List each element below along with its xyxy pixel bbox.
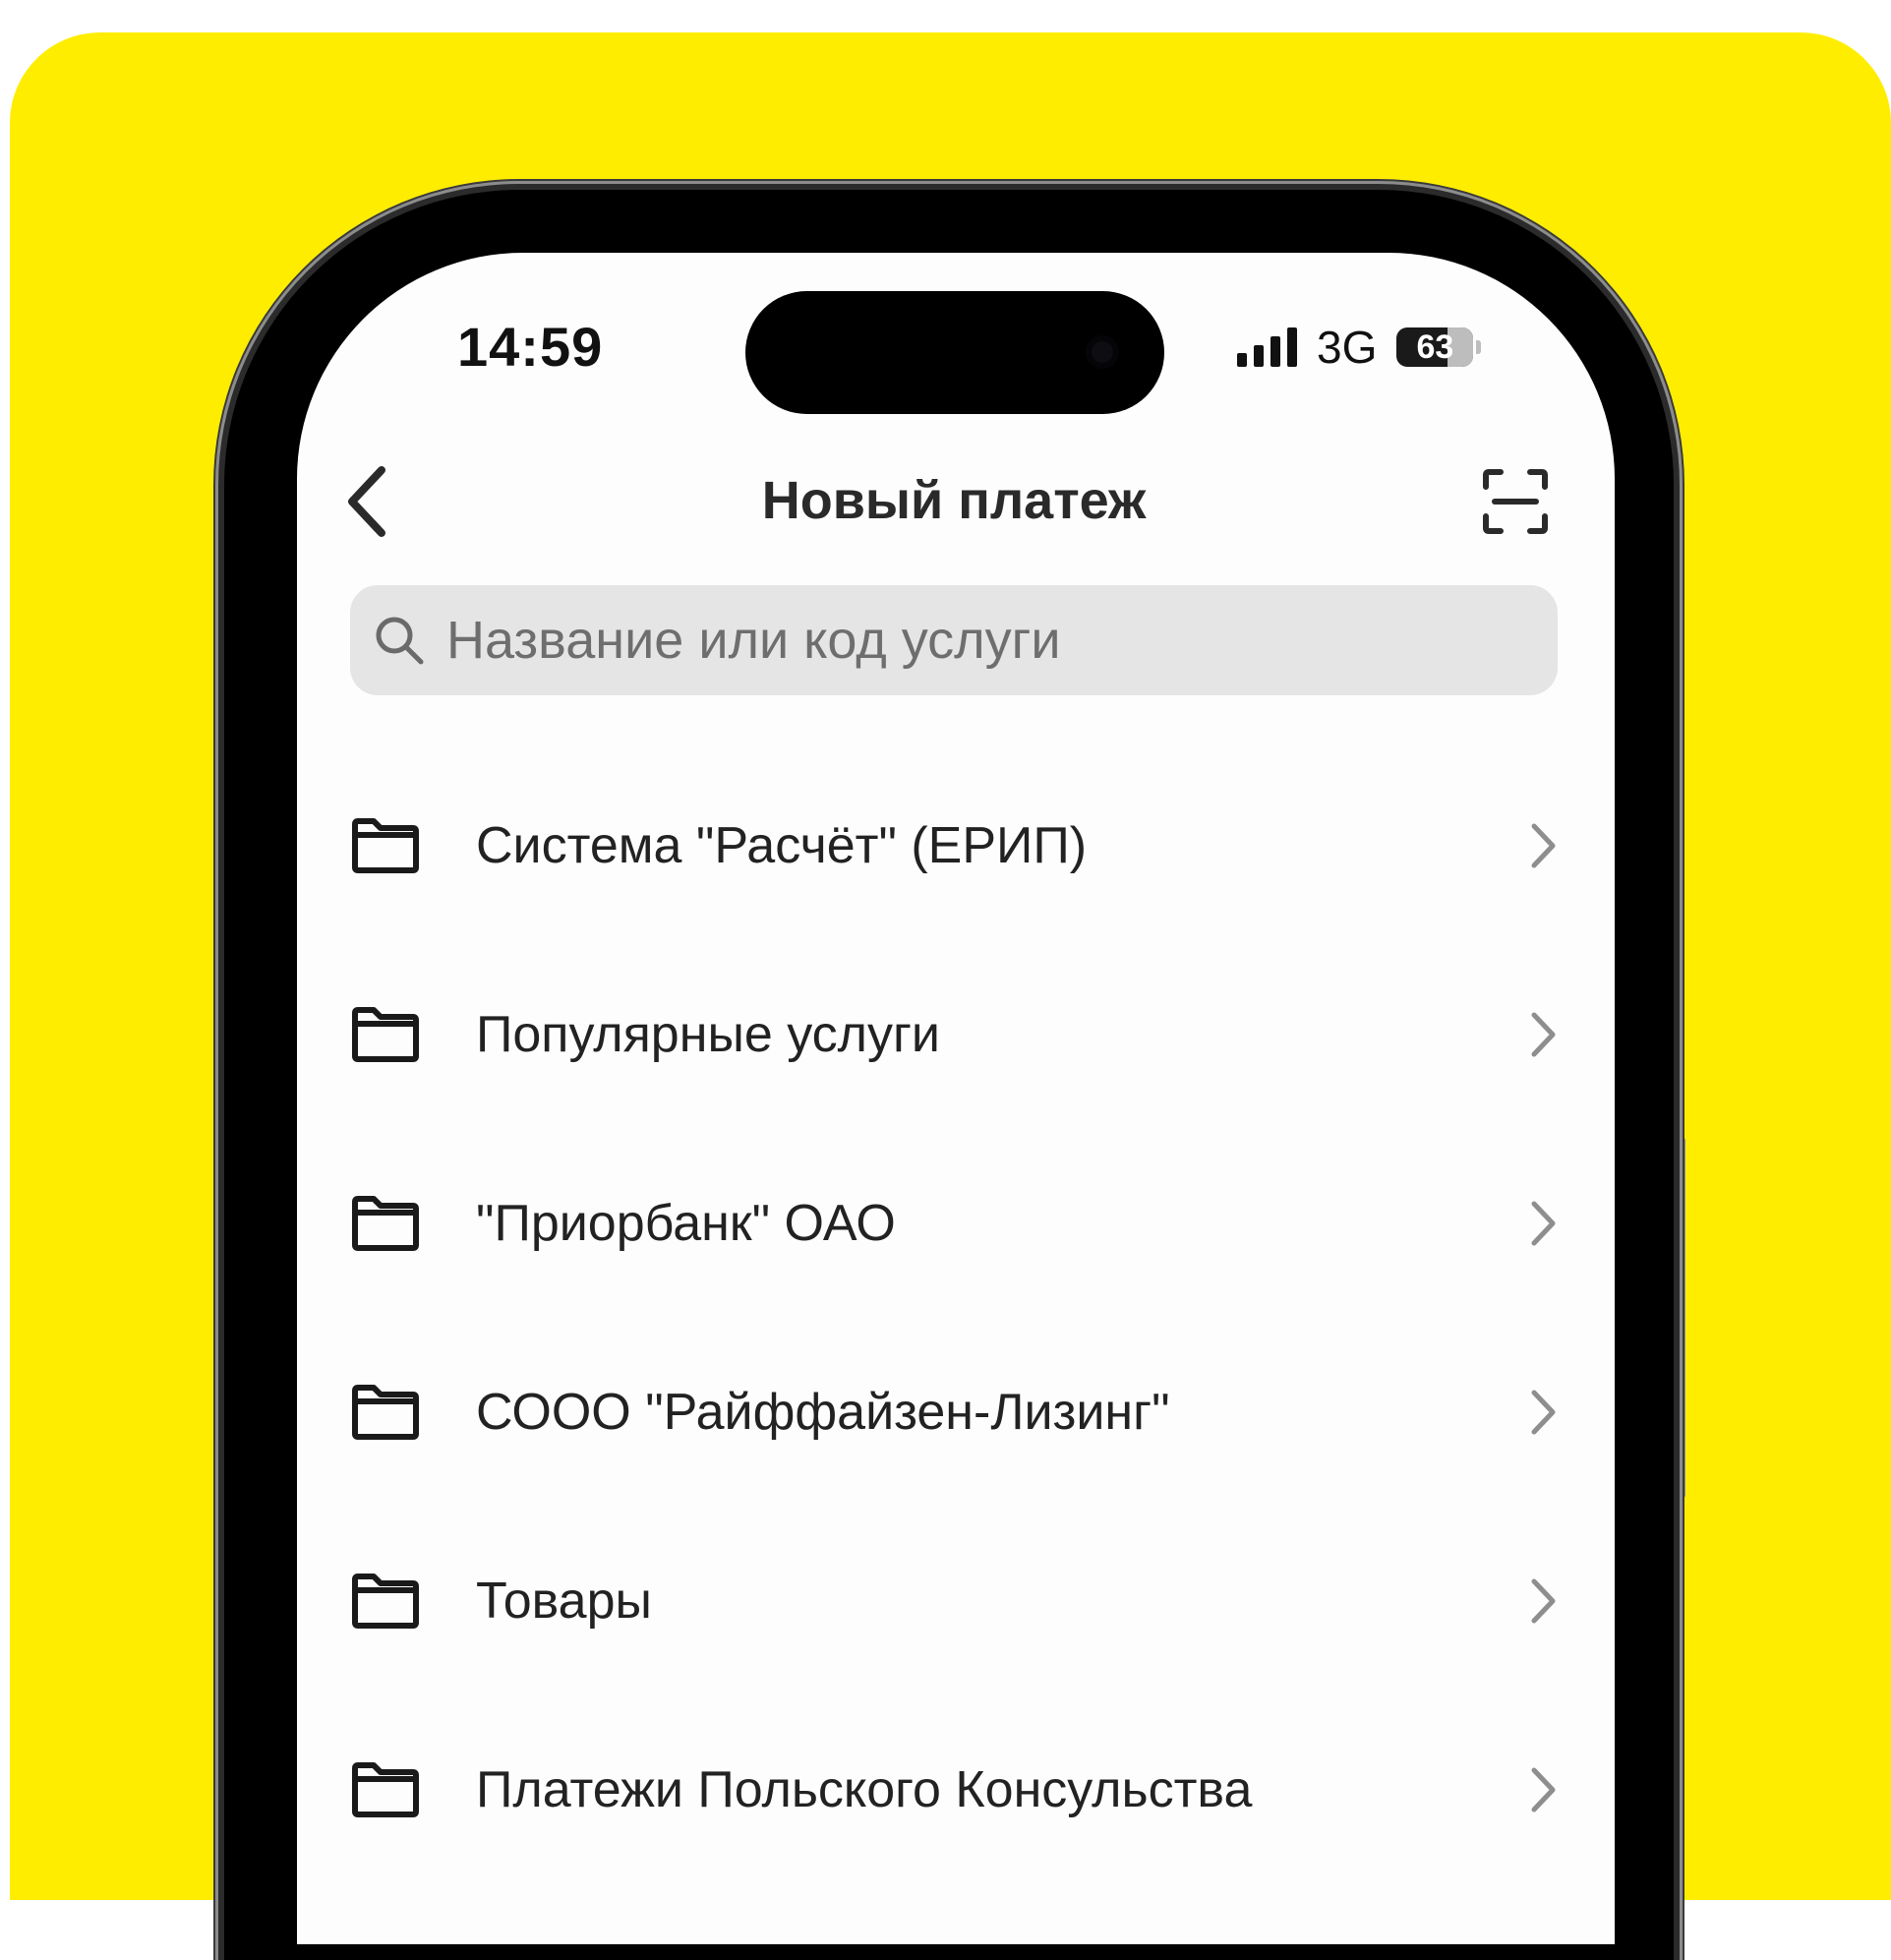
power-button (1672, 1137, 1685, 1499)
search-input[interactable] (444, 609, 1510, 672)
chevron-right-icon (1531, 1578, 1556, 1624)
camera-icon (1086, 335, 1119, 369)
list-item[interactable]: СООО "Райффайзен-Лизинг" (340, 1318, 1579, 1507)
folder-icon (352, 1762, 419, 1817)
list-item[interactable]: "Приорбанк" ОАО (340, 1129, 1579, 1318)
chevron-right-icon (1531, 1201, 1556, 1246)
status-time: 14:59 (457, 316, 604, 378)
signal-icon (1237, 327, 1297, 367)
battery-level: 63 (1416, 327, 1454, 366)
list-item-label: СООО "Райффайзен-Лизинг" (476, 1384, 1170, 1441)
scan-button[interactable] (1481, 467, 1550, 536)
network-type: 3G (1317, 322, 1378, 373)
list-item[interactable]: Популярные услуги (340, 940, 1579, 1129)
back-button[interactable] (340, 462, 399, 541)
list-item[interactable]: Система "Расчёт" (ЕРИП) (340, 751, 1579, 940)
list-item-label: Популярные услуги (476, 1006, 940, 1063)
folder-icon (352, 818, 419, 873)
status-indicators: 3G 63 (1237, 322, 1482, 373)
list-item-label: Товары (476, 1573, 652, 1630)
chevron-right-icon (1531, 823, 1556, 868)
scan-icon (1483, 469, 1548, 534)
category-list: Система "Расчёт" (ЕРИП) Популярные услуг… (340, 751, 1579, 1884)
folder-icon (352, 1007, 419, 1062)
chevron-right-icon (1531, 1767, 1556, 1812)
list-item[interactable]: Платежи Польского Консульства (340, 1695, 1579, 1884)
folder-icon (352, 1574, 419, 1629)
list-item-label: Платежи Польского Консульства (476, 1761, 1253, 1818)
list-item-label: Система "Расчёт" (ЕРИП) (476, 817, 1088, 874)
page-title: Новый платеж (761, 471, 1147, 530)
list-item[interactable]: Товары (340, 1507, 1579, 1695)
battery-tip (1476, 340, 1482, 354)
folder-icon (352, 1196, 419, 1251)
chevron-left-icon (348, 466, 385, 537)
chevron-right-icon (1531, 1012, 1556, 1057)
chevron-right-icon (1531, 1390, 1556, 1435)
dynamic-island (745, 291, 1164, 414)
list-item-label: "Приорбанк" ОАО (476, 1195, 896, 1252)
folder-icon (352, 1385, 419, 1440)
search-icon (376, 617, 424, 665)
battery-icon: 63 (1396, 327, 1474, 367)
search-bar[interactable] (350, 585, 1558, 695)
